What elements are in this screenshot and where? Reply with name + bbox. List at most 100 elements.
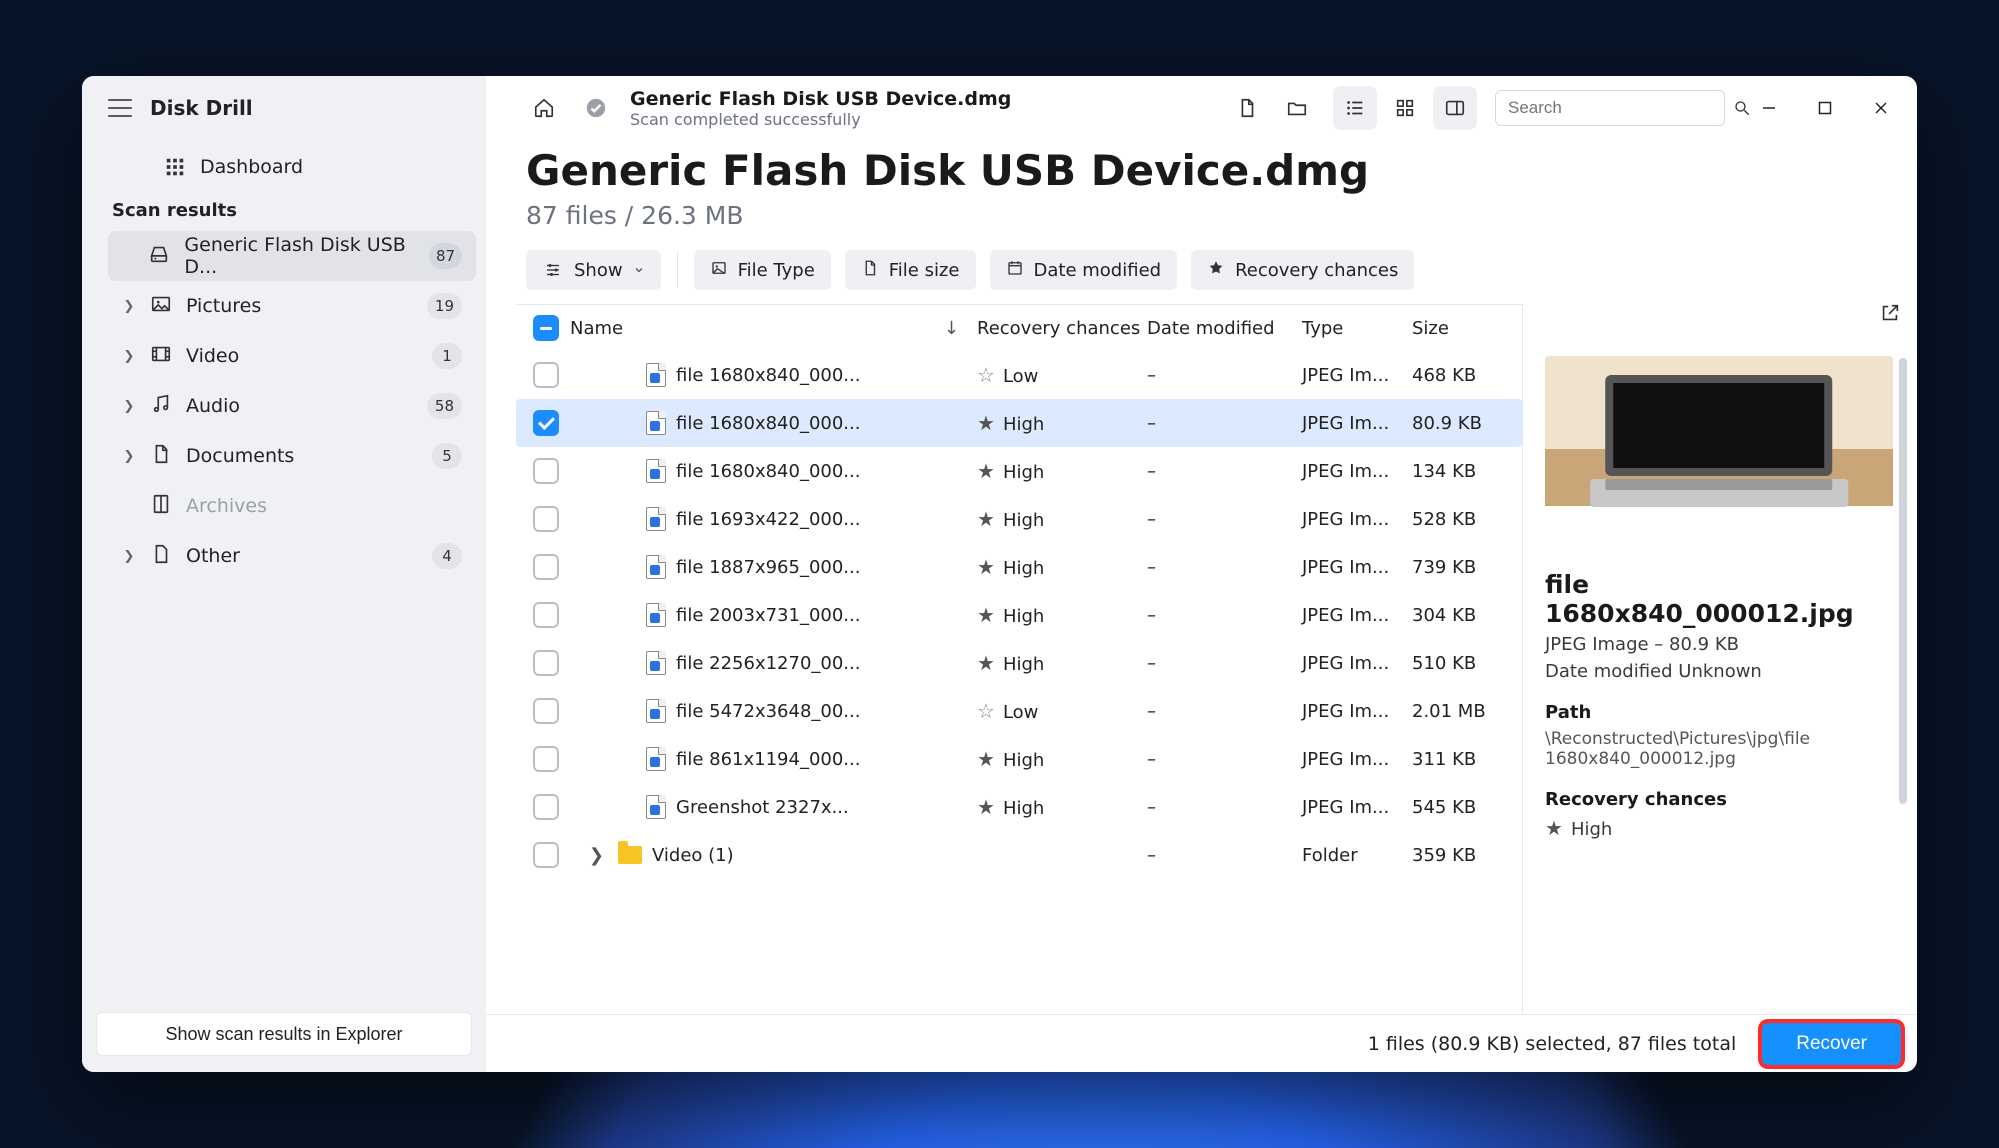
table-row[interactable]: file 5472x3648_00...☆Low–JPEG Im...2.01 …: [516, 687, 1522, 735]
file-action-button[interactable]: [1225, 86, 1269, 130]
preview-filename: file 1680x840_000012.jpg: [1545, 570, 1893, 628]
sidebar-item-drive[interactable]: Generic Flash Disk USB D...87: [108, 231, 476, 281]
sidebar-item-archive[interactable]: Archives: [108, 481, 476, 531]
filter-pill[interactable]: Recovery chances: [1191, 250, 1414, 290]
topbar-title: Generic Flash Disk USB Device.dmg: [630, 88, 1011, 110]
table-row[interactable]: file 861x1194_000...★High–JPEG Im...311 …: [516, 735, 1522, 783]
cell-recovery: ☆Low: [977, 363, 1147, 387]
cell-recovery: ★High: [977, 555, 1147, 579]
sidebar-item-doc[interactable]: ❯Documents5: [108, 431, 476, 481]
filter-pill[interactable]: Date modified: [990, 250, 1178, 290]
select-all-checkbox[interactable]: [533, 315, 559, 341]
sidebar-item-other[interactable]: ❯Other4: [108, 531, 476, 581]
cell-size: 468 KB: [1412, 365, 1522, 386]
folder-action-button[interactable]: [1275, 86, 1319, 130]
row-checkbox[interactable]: [533, 746, 559, 772]
sidebar-item-audio[interactable]: ❯Audio58: [108, 381, 476, 431]
preview-scrollbar[interactable]: [1899, 358, 1907, 1014]
show-in-explorer-button[interactable]: Show scan results in Explorer: [96, 1012, 472, 1056]
filter-pill[interactable]: File size: [845, 250, 976, 290]
search-input[interactable]: [1506, 97, 1731, 119]
row-checkbox[interactable]: [533, 458, 559, 484]
close-button[interactable]: [1853, 86, 1909, 130]
view-grid-button[interactable]: [1383, 86, 1427, 130]
chevron-right-icon: ❯: [122, 299, 136, 314]
file-type-icon: [646, 459, 666, 483]
table-row[interactable]: file 1680x840_000...☆Low–JPEG Im...468 K…: [516, 351, 1522, 399]
table-row[interactable]: Greenshot 2327x...★High–JPEG Im...545 KB: [516, 783, 1522, 831]
row-checkbox[interactable]: [533, 794, 559, 820]
file-type-icon: [646, 747, 666, 771]
row-checkbox[interactable]: [533, 650, 559, 676]
app-name: Disk Drill: [150, 96, 253, 120]
view-list-button[interactable]: [1333, 86, 1377, 130]
home-button[interactable]: [522, 86, 566, 130]
cell-size: 739 KB: [1412, 557, 1522, 578]
row-checkbox[interactable]: [533, 506, 559, 532]
check-circle-icon: [585, 97, 607, 119]
preview-image: [1545, 356, 1893, 546]
sidebar-item-dashboard[interactable]: Dashboard: [122, 142, 476, 192]
cell-size: 134 KB: [1412, 461, 1522, 482]
file-icon: [1236, 97, 1258, 119]
table-row[interactable]: file 1680x840_000...★High–JPEG Im...134 …: [516, 447, 1522, 495]
popout-button[interactable]: [1879, 302, 1901, 328]
file-type-icon: [646, 363, 666, 387]
row-checkbox[interactable]: [533, 842, 559, 868]
table-row[interactable]: file 1693x422_000...★High–JPEG Im...528 …: [516, 495, 1522, 543]
file-type-icon: [646, 411, 666, 435]
table-row[interactable]: file 1680x840_000...★High–JPEG Im...80.9…: [516, 399, 1522, 447]
row-checkbox[interactable]: [533, 410, 559, 436]
list-icon: [1344, 97, 1366, 119]
column-date[interactable]: Date modified: [1147, 318, 1302, 339]
row-checkbox[interactable]: [533, 698, 559, 724]
row-checkbox[interactable]: [533, 602, 559, 628]
star-icon: ★: [1545, 816, 1563, 840]
table-row-folder[interactable]: ❯Video (1)–Folder359 KB: [516, 831, 1522, 879]
cell-size: 311 KB: [1412, 749, 1522, 770]
column-recovery[interactable]: Recovery chances: [977, 318, 1147, 339]
sidebar-item-label: Archives: [186, 495, 267, 517]
file-name: file 1680x840_000...: [676, 413, 977, 434]
topbar-subtitle: Scan completed successfully: [630, 110, 1011, 129]
view-preview-button[interactable]: [1433, 86, 1477, 130]
file-type-icon: [646, 555, 666, 579]
table-row[interactable]: file 1887x965_000...★High–JPEG Im...739 …: [516, 543, 1522, 591]
file-name: file 2003x731_000...: [676, 605, 977, 626]
cell-size: 528 KB: [1412, 509, 1522, 530]
sidebar-item-image[interactable]: ❯Pictures19: [108, 281, 476, 331]
file-type-icon: [646, 507, 666, 531]
cell-recovery: ★High: [977, 507, 1147, 531]
table-row[interactable]: file 2003x731_000...★High–JPEG Im...304 …: [516, 591, 1522, 639]
file-name: Video (1): [652, 845, 977, 866]
selection-status: 1 files (80.9 KB) selected, 87 files tot…: [1368, 1033, 1737, 1055]
table-row[interactable]: file 2256x1270_00...★High–JPEG Im...510 …: [516, 639, 1522, 687]
row-checkbox[interactable]: [533, 362, 559, 388]
star-icon: ★: [977, 651, 995, 675]
maximize-button[interactable]: [1797, 86, 1853, 130]
cell-date: –: [1147, 605, 1302, 626]
preview-rec-label: Recovery chances: [1545, 789, 1893, 810]
cell-date: –: [1147, 701, 1302, 722]
preview-modified: Date modified Unknown: [1545, 661, 1893, 682]
column-name[interactable]: Name: [570, 318, 623, 339]
sort-indicator-icon[interactable]: ↓: [944, 318, 959, 339]
row-checkbox[interactable]: [533, 554, 559, 580]
column-size[interactable]: Size: [1412, 318, 1522, 339]
sidebar-item-video[interactable]: ❯Video1: [108, 331, 476, 381]
sidebar-item-count: 1: [432, 343, 462, 369]
menu-icon[interactable]: [108, 99, 132, 117]
pane-divider[interactable]: [1522, 304, 1523, 1014]
cell-recovery: ★High: [977, 795, 1147, 819]
search-field[interactable]: [1495, 90, 1725, 126]
filter-pill[interactable]: File Type: [694, 250, 831, 290]
chevron-right-icon[interactable]: ❯: [589, 845, 604, 866]
folder-icon: [618, 846, 642, 864]
show-filter-button[interactable]: Show: [526, 250, 661, 290]
cell-type: JPEG Im...: [1302, 749, 1412, 770]
sidebar-icon: [1444, 97, 1466, 119]
recover-button[interactable]: Recover: [1762, 1023, 1901, 1065]
video-icon: [150, 343, 172, 370]
column-type[interactable]: Type: [1302, 318, 1412, 339]
minimize-button[interactable]: [1741, 86, 1797, 130]
